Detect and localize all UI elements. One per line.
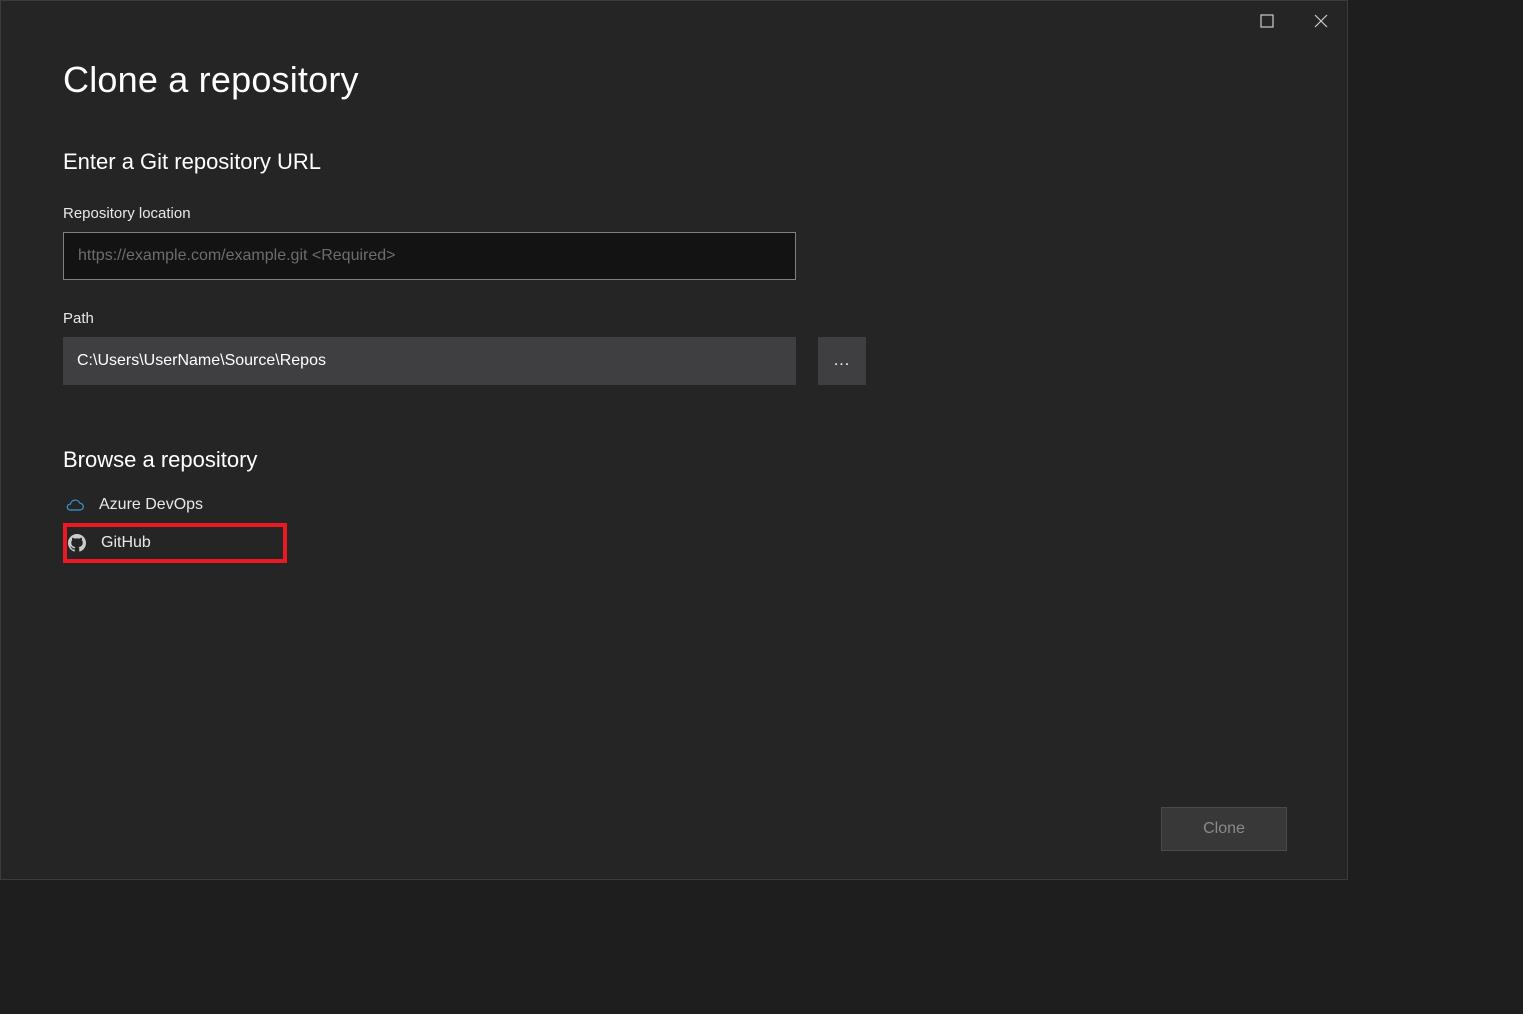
page-title: Clone a repository (63, 59, 1287, 101)
maximize-button[interactable] (1259, 13, 1275, 29)
close-button[interactable] (1313, 13, 1329, 29)
browse-list: Azure DevOps GitHub (63, 487, 1287, 563)
browse-item-github[interactable]: GitHub (63, 523, 287, 563)
github-icon (67, 533, 87, 553)
section-subtitle: Enter a Git repository URL (63, 149, 1287, 175)
cloud-icon (65, 495, 85, 515)
repo-location-label: Repository location (63, 205, 1287, 222)
close-icon (1314, 14, 1328, 28)
path-input[interactable] (63, 337, 796, 385)
browse-path-button[interactable]: ... (818, 337, 866, 385)
browse-section-title: Browse a repository (63, 447, 1287, 473)
path-label: Path (63, 310, 1287, 327)
browse-item-label: GitHub (101, 534, 151, 552)
browse-item-label: Azure DevOps (99, 496, 203, 514)
maximize-icon (1260, 14, 1274, 28)
clone-button[interactable]: Clone (1161, 807, 1287, 851)
repo-location-input[interactable] (63, 232, 796, 280)
title-bar (1, 1, 1347, 41)
dialog-window: Clone a repository Enter a Git repositor… (0, 0, 1348, 880)
browse-item-azure-devops[interactable]: Azure DevOps (63, 487, 287, 523)
